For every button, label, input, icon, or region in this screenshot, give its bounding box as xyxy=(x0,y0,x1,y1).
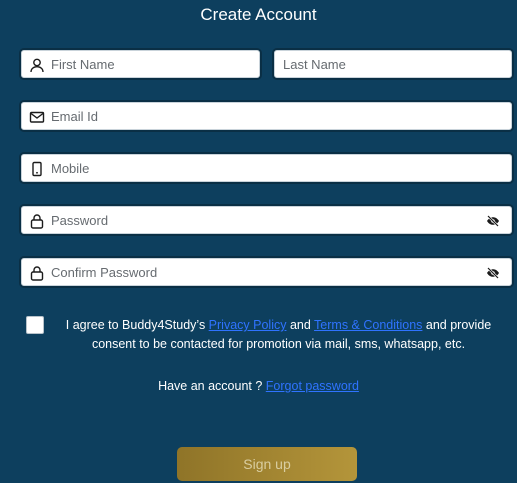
mail-icon xyxy=(29,111,45,123)
first-name-placeholder: First Name xyxy=(51,57,115,72)
privacy-policy-link[interactable]: Privacy Policy xyxy=(209,318,287,332)
agreement-prefix: I agree to Buddy4Study’s xyxy=(65,318,209,332)
email-field[interactable]: Email Id xyxy=(19,100,514,132)
eye-off-icon[interactable] xyxy=(486,215,500,227)
email-placeholder: Email Id xyxy=(51,109,98,124)
terms-link[interactable]: Terms & Conditions xyxy=(314,318,422,332)
confirm-password-field[interactable]: Confirm Password xyxy=(19,256,514,288)
mobile-field[interactable]: Mobile xyxy=(19,152,514,184)
lock-icon xyxy=(30,214,44,229)
confirm-password-placeholder: Confirm Password xyxy=(51,265,158,280)
agreement-and: and xyxy=(286,318,315,332)
forgot-password-link[interactable]: Forgot password xyxy=(266,379,359,393)
agree-checkbox[interactable] xyxy=(26,316,44,334)
have-account-prompt: Have an account ? xyxy=(158,379,266,393)
signup-button[interactable]: Sign up xyxy=(177,447,357,481)
user-icon xyxy=(30,58,44,73)
password-placeholder: Password xyxy=(51,213,109,228)
agreement-text: I agree to Buddy4Study’s Privacy Policy … xyxy=(47,316,510,354)
lock-icon xyxy=(30,266,44,281)
have-account-line: Have an account ? Forgot password xyxy=(0,379,517,393)
eye-off-icon[interactable] xyxy=(486,267,500,279)
mobile-placeholder: Mobile xyxy=(51,161,90,176)
last-name-placeholder: Last Name xyxy=(283,57,346,72)
page-title: Create Account xyxy=(200,5,317,24)
first-name-field[interactable]: First Name xyxy=(19,48,262,80)
last-name-field[interactable]: Last Name xyxy=(272,48,514,80)
mobile-icon xyxy=(32,161,42,177)
password-field[interactable]: Password xyxy=(19,204,514,236)
